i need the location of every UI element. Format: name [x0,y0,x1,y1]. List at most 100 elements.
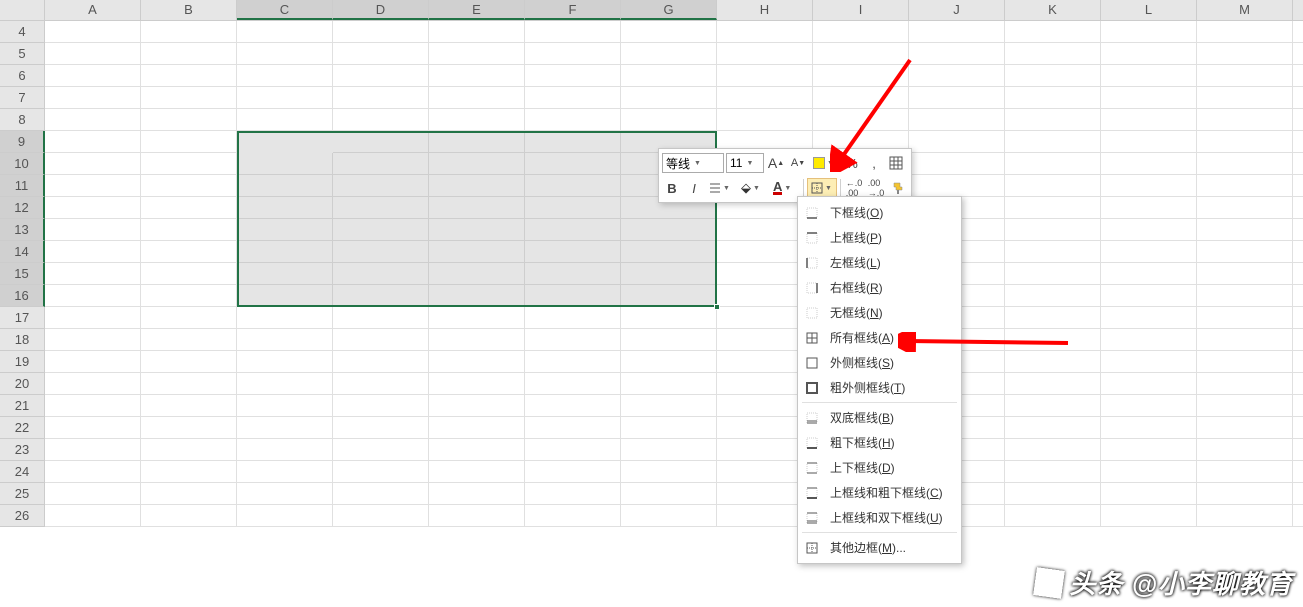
cell-grid[interactable]: 4567891011121314151617181920212223242526 [0,21,1303,527]
cell-M23[interactable] [1197,439,1293,461]
cell-F11[interactable] [525,175,621,197]
cell-F10[interactable] [525,153,621,175]
cell-I7[interactable] [813,87,909,109]
cell-A17[interactable] [45,307,141,329]
cell-G26[interactable] [621,505,717,527]
cell-N9[interactable] [1293,131,1303,153]
cell-M6[interactable] [1197,65,1293,87]
cell-F22[interactable] [525,417,621,439]
cell-H7[interactable] [717,87,813,109]
cell-M20[interactable] [1197,373,1293,395]
cell-N11[interactable] [1293,175,1303,197]
cell-F14[interactable] [525,241,621,263]
row-header-8[interactable]: 8 [0,109,45,131]
cell-B7[interactable] [141,87,237,109]
cell-A13[interactable] [45,219,141,241]
cell-L14[interactable] [1101,241,1197,263]
cell-A8[interactable] [45,109,141,131]
cell-E4[interactable] [429,21,525,43]
cell-M12[interactable] [1197,197,1293,219]
cell-K17[interactable] [1005,307,1101,329]
cell-F7[interactable] [525,87,621,109]
cell-L11[interactable] [1101,175,1197,197]
cell-I8[interactable] [813,109,909,131]
bold-button[interactable]: B [662,178,682,198]
cell-C5[interactable] [237,43,333,65]
decrease-decimal-button[interactable]: .00→.0 [866,178,886,198]
cell-G14[interactable] [621,241,717,263]
column-header-M[interactable]: M [1197,0,1293,20]
cell-A11[interactable] [45,175,141,197]
cell-D23[interactable] [333,439,429,461]
cell-C16[interactable] [237,285,333,307]
cell-F25[interactable] [525,483,621,505]
cell-G15[interactable] [621,263,717,285]
border-menu-item-T[interactable]: 粗外侧框线(T) [798,375,961,400]
row-header-25[interactable]: 25 [0,483,45,505]
cell-N10[interactable] [1293,153,1303,175]
row-header-24[interactable]: 24 [0,461,45,483]
cell-F8[interactable] [525,109,621,131]
cell-B4[interactable] [141,21,237,43]
cell-F21[interactable] [525,395,621,417]
cell-B21[interactable] [141,395,237,417]
cell-B24[interactable] [141,461,237,483]
cell-K7[interactable] [1005,87,1101,109]
cell-K6[interactable] [1005,65,1101,87]
cell-B13[interactable] [141,219,237,241]
cell-E21[interactable] [429,395,525,417]
cell-K22[interactable] [1005,417,1101,439]
cell-B10[interactable] [141,153,237,175]
column-header-K[interactable]: K [1005,0,1101,20]
cell-G8[interactable] [621,109,717,131]
cell-N5[interactable] [1293,43,1303,65]
cell-M5[interactable] [1197,43,1293,65]
cell-M19[interactable] [1197,351,1293,373]
borders-button[interactable]: ▼ [807,178,837,198]
row-header-13[interactable]: 13 [0,219,45,241]
cell-B17[interactable] [141,307,237,329]
cell-F24[interactable] [525,461,621,483]
cell-E16[interactable] [429,285,525,307]
cell-G23[interactable] [621,439,717,461]
cell-F4[interactable] [525,21,621,43]
cell-A6[interactable] [45,65,141,87]
cell-C21[interactable] [237,395,333,417]
cell-C23[interactable] [237,439,333,461]
cell-C26[interactable] [237,505,333,527]
cell-E24[interactable] [429,461,525,483]
cell-N21[interactable] [1293,395,1303,417]
column-header-H[interactable]: H [717,0,813,20]
cell-E18[interactable] [429,329,525,351]
cell-H4[interactable] [717,21,813,43]
cell-D7[interactable] [333,87,429,109]
cell-L7[interactable] [1101,87,1197,109]
cell-K4[interactable] [1005,21,1101,43]
cell-J10[interactable] [909,153,1005,175]
cell-G16[interactable] [621,285,717,307]
cell-K13[interactable] [1005,219,1101,241]
cell-G4[interactable] [621,21,717,43]
cell-N15[interactable] [1293,263,1303,285]
cell-A22[interactable] [45,417,141,439]
column-header-B[interactable]: B [141,0,237,20]
cell-N20[interactable] [1293,373,1303,395]
cell-L13[interactable] [1101,219,1197,241]
cell-E19[interactable] [429,351,525,373]
border-menu-item-M[interactable]: 其他边框(M)... [798,535,961,560]
cell-L17[interactable] [1101,307,1197,329]
row-header-18[interactable]: 18 [0,329,45,351]
cell-M18[interactable] [1197,329,1293,351]
cell-D14[interactable] [333,241,429,263]
cell-K18[interactable] [1005,329,1101,351]
border-menu-item-A[interactable]: 所有框线(A) [798,325,961,350]
decrease-font-button[interactable]: A▼ [788,153,808,173]
row-header-6[interactable]: 6 [0,65,45,87]
column-header-J[interactable]: J [909,0,1005,20]
cell-N8[interactable] [1293,109,1303,131]
cell-F23[interactable] [525,439,621,461]
cell-M16[interactable] [1197,285,1293,307]
cell-K21[interactable] [1005,395,1101,417]
cell-E5[interactable] [429,43,525,65]
cell-L24[interactable] [1101,461,1197,483]
